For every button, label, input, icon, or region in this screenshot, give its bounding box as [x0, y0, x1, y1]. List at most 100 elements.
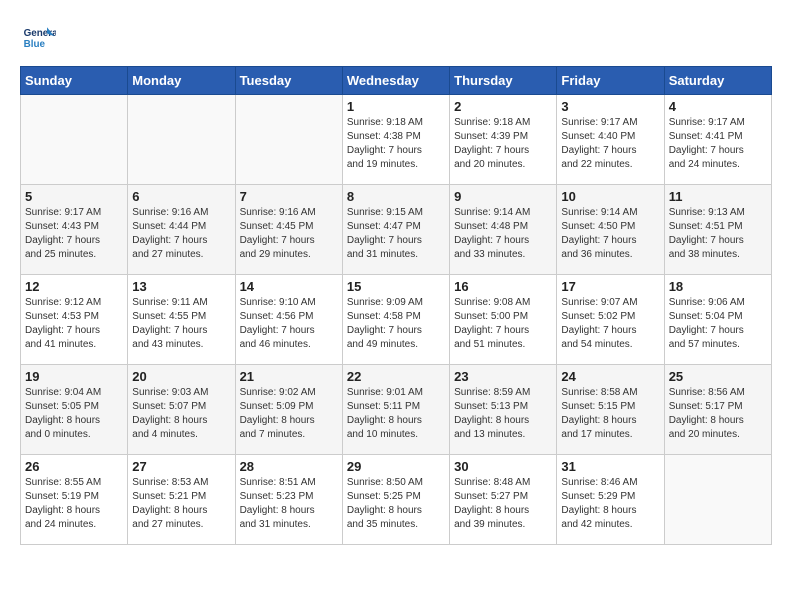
calendar-table: SundayMondayTuesdayWednesdayThursdayFrid… — [20, 66, 772, 545]
calendar-cell: 26 Sunrise: 8:55 AM Sunset: 5:19 PM Dayli… — [21, 455, 128, 545]
day-number: 20 — [132, 369, 230, 384]
day-info: Sunrise: 8:58 AM Sunset: 5:15 PM Dayligh… — [561, 386, 659, 442]
calendar-cell: 13 Sunrise: 9:11 AM Sunset: 4:55 PM Dayli… — [128, 275, 235, 365]
calendar-cell: 19 Sunrise: 9:04 AM Sunset: 5:05 PM Dayli… — [21, 365, 128, 455]
day-info: Sunrise: 8:48 AM Sunset: 5:27 PM Dayligh… — [454, 476, 552, 532]
day-info: Sunrise: 8:56 AM Sunset: 5:17 PM Dayligh… — [669, 386, 767, 442]
day-number: 31 — [561, 459, 659, 474]
day-number: 25 — [669, 369, 767, 384]
header-day-saturday: Saturday — [664, 67, 771, 95]
day-info: Sunrise: 9:01 AM Sunset: 5:11 PM Dayligh… — [347, 386, 445, 442]
calendar-cell: 31 Sunrise: 8:46 AM Sunset: 5:29 PM Dayli… — [557, 455, 664, 545]
day-info: Sunrise: 9:18 AM Sunset: 4:38 PM Dayligh… — [347, 116, 445, 172]
day-number: 26 — [25, 459, 123, 474]
calendar-cell — [664, 455, 771, 545]
week-row-4: 19 Sunrise: 9:04 AM Sunset: 5:05 PM Dayli… — [21, 365, 772, 455]
header-day-friday: Friday — [557, 67, 664, 95]
logo-icon: General Blue — [20, 20, 56, 56]
page-header: General Blue — [20, 20, 772, 56]
calendar-cell: 3 Sunrise: 9:17 AM Sunset: 4:40 PM Daylig… — [557, 95, 664, 185]
calendar-cell: 24 Sunrise: 8:58 AM Sunset: 5:15 PM Dayli… — [557, 365, 664, 455]
day-info: Sunrise: 9:11 AM Sunset: 4:55 PM Dayligh… — [132, 296, 230, 352]
calendar-cell: 4 Sunrise: 9:17 AM Sunset: 4:41 PM Daylig… — [664, 95, 771, 185]
day-number: 13 — [132, 279, 230, 294]
day-info: Sunrise: 9:14 AM Sunset: 4:50 PM Dayligh… — [561, 206, 659, 262]
calendar-cell: 10Sunrise: 9:14 AM Sunset: 4:50 PM Dayli… — [557, 185, 664, 275]
day-info: Sunrise: 8:51 AM Sunset: 5:23 PM Dayligh… — [240, 476, 338, 532]
day-number: 1 — [347, 99, 445, 114]
calendar-cell: 30 Sunrise: 8:48 AM Sunset: 5:27 PM Dayli… — [450, 455, 557, 545]
calendar-cell: 11 Sunrise: 9:13 AM Sunset: 4:51 PM Dayli… — [664, 185, 771, 275]
calendar-cell: 21 Sunrise: 9:02 AM Sunset: 5:09 PM Dayli… — [235, 365, 342, 455]
day-info: Sunrise: 9:17 AM Sunset: 4:43 PM Dayligh… — [25, 206, 123, 262]
calendar-cell: 27Sunrise: 8:53 AM Sunset: 5:21 PM Dayli… — [128, 455, 235, 545]
week-row-3: 12 Sunrise: 9:12 AM Sunset: 4:53 PM Dayli… — [21, 275, 772, 365]
day-info: Sunrise: 9:12 AM Sunset: 4:53 PM Dayligh… — [25, 296, 123, 352]
header-day-tuesday: Tuesday — [235, 67, 342, 95]
day-number: 16 — [454, 279, 552, 294]
day-info: Sunrise: 9:13 AM Sunset: 4:51 PM Dayligh… — [669, 206, 767, 262]
day-number: 8 — [347, 189, 445, 204]
day-number: 28 — [240, 459, 338, 474]
calendar-cell: 17Sunrise: 9:07 AM Sunset: 5:02 PM Dayli… — [557, 275, 664, 365]
day-info: Sunrise: 9:15 AM Sunset: 4:47 PM Dayligh… — [347, 206, 445, 262]
day-info: Sunrise: 9:04 AM Sunset: 5:05 PM Dayligh… — [25, 386, 123, 442]
day-number: 4 — [669, 99, 767, 114]
day-info: Sunrise: 9:02 AM Sunset: 5:09 PM Dayligh… — [240, 386, 338, 442]
day-number: 18 — [669, 279, 767, 294]
calendar-cell: 7 Sunrise: 9:16 AM Sunset: 4:45 PM Daylig… — [235, 185, 342, 275]
calendar-cell: 18Sunrise: 9:06 AM Sunset: 5:04 PM Dayli… — [664, 275, 771, 365]
day-number: 24 — [561, 369, 659, 384]
day-number: 11 — [669, 189, 767, 204]
day-info: Sunrise: 9:10 AM Sunset: 4:56 PM Dayligh… — [240, 296, 338, 352]
day-number: 14 — [240, 279, 338, 294]
calendar-cell — [235, 95, 342, 185]
day-info: Sunrise: 9:03 AM Sunset: 5:07 PM Dayligh… — [132, 386, 230, 442]
day-info: Sunrise: 8:46 AM Sunset: 5:29 PM Dayligh… — [561, 476, 659, 532]
day-info: Sunrise: 9:18 AM Sunset: 4:39 PM Dayligh… — [454, 116, 552, 172]
calendar-cell: 29Sunrise: 8:50 AM Sunset: 5:25 PM Dayli… — [342, 455, 449, 545]
header-day-sunday: Sunday — [21, 67, 128, 95]
day-number: 5 — [25, 189, 123, 204]
day-info: Sunrise: 9:17 AM Sunset: 4:41 PM Dayligh… — [669, 116, 767, 172]
day-info: Sunrise: 9:16 AM Sunset: 4:45 PM Dayligh… — [240, 206, 338, 262]
calendar-cell: 1 Sunrise: 9:18 AM Sunset: 4:38 PM Daylig… — [342, 95, 449, 185]
day-number: 15 — [347, 279, 445, 294]
day-info: Sunrise: 8:50 AM Sunset: 5:25 PM Dayligh… — [347, 476, 445, 532]
header-day-wednesday: Wednesday — [342, 67, 449, 95]
calendar-cell: 23Sunrise: 8:59 AM Sunset: 5:13 PM Dayli… — [450, 365, 557, 455]
calendar-cell: 28 Sunrise: 8:51 AM Sunset: 5:23 PM Dayli… — [235, 455, 342, 545]
week-row-5: 26 Sunrise: 8:55 AM Sunset: 5:19 PM Dayli… — [21, 455, 772, 545]
calendar-cell: 16 Sunrise: 9:08 AM Sunset: 5:00 PM Dayli… — [450, 275, 557, 365]
day-number: 7 — [240, 189, 338, 204]
day-number: 3 — [561, 99, 659, 114]
header-day-thursday: Thursday — [450, 67, 557, 95]
day-info: Sunrise: 9:08 AM Sunset: 5:00 PM Dayligh… — [454, 296, 552, 352]
day-number: 6 — [132, 189, 230, 204]
day-number: 2 — [454, 99, 552, 114]
day-number: 21 — [240, 369, 338, 384]
header-day-monday: Monday — [128, 67, 235, 95]
calendar-cell: 22Sunrise: 9:01 AM Sunset: 5:11 PM Dayli… — [342, 365, 449, 455]
day-info: Sunrise: 8:55 AM Sunset: 5:19 PM Dayligh… — [25, 476, 123, 532]
week-row-2: 5 Sunrise: 9:17 AM Sunset: 4:43 PM Daylig… — [21, 185, 772, 275]
calendar-cell: 2 Sunrise: 9:18 AM Sunset: 4:39 PM Daylig… — [450, 95, 557, 185]
day-number: 19 — [25, 369, 123, 384]
logo: General Blue — [20, 20, 60, 56]
day-info: Sunrise: 9:16 AM Sunset: 4:44 PM Dayligh… — [132, 206, 230, 262]
day-number: 30 — [454, 459, 552, 474]
calendar-cell: 8 Sunrise: 9:15 AM Sunset: 4:47 PM Daylig… — [342, 185, 449, 275]
day-number: 12 — [25, 279, 123, 294]
day-info: Sunrise: 9:17 AM Sunset: 4:40 PM Dayligh… — [561, 116, 659, 172]
day-info: Sunrise: 9:14 AM Sunset: 4:48 PM Dayligh… — [454, 206, 552, 262]
day-info: Sunrise: 9:09 AM Sunset: 4:58 PM Dayligh… — [347, 296, 445, 352]
week-row-1: 1 Sunrise: 9:18 AM Sunset: 4:38 PM Daylig… — [21, 95, 772, 185]
calendar-cell: 12 Sunrise: 9:12 AM Sunset: 4:53 PM Dayli… — [21, 275, 128, 365]
day-info: Sunrise: 8:53 AM Sunset: 5:21 PM Dayligh… — [132, 476, 230, 532]
calendar-cell: 9Sunrise: 9:14 AM Sunset: 4:48 PM Daylig… — [450, 185, 557, 275]
calendar-cell: 25 Sunrise: 8:56 AM Sunset: 5:17 PM Dayli… — [664, 365, 771, 455]
calendar-cell: 20 Sunrise: 9:03 AM Sunset: 5:07 PM Dayli… — [128, 365, 235, 455]
calendar-header-row: SundayMondayTuesdayWednesdayThursdayFrid… — [21, 67, 772, 95]
calendar-cell: 5 Sunrise: 9:17 AM Sunset: 4:43 PM Daylig… — [21, 185, 128, 275]
calendar-cell: 6 Sunrise: 9:16 AM Sunset: 4:44 PM Daylig… — [128, 185, 235, 275]
